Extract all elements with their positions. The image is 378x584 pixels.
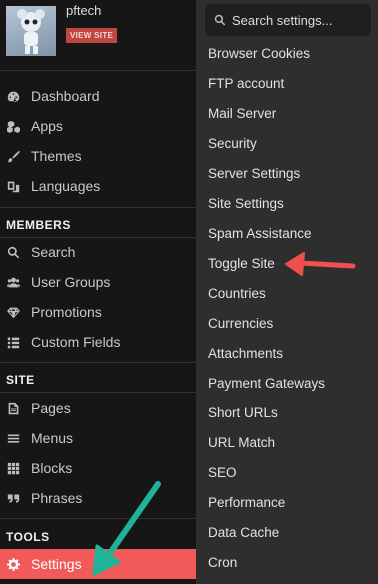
- diamond-icon: [6, 305, 20, 319]
- settings-item-performance[interactable]: Performance: [208, 493, 285, 513]
- profile-header: pftech VIEW SITE: [0, 0, 196, 70]
- menu-icon: [6, 431, 20, 445]
- settings-item-data-cache[interactable]: Data Cache: [208, 523, 279, 543]
- settings-item-mail-server[interactable]: Mail Server: [208, 104, 276, 124]
- section-heading-members: MEMBERS: [6, 218, 71, 232]
- nav-label: Custom Fields: [31, 334, 121, 350]
- nav-label: User Groups: [31, 274, 111, 290]
- avatar[interactable]: [6, 6, 56, 56]
- nav-menus[interactable]: Menus: [0, 423, 196, 453]
- settings-item-countries[interactable]: Countries: [208, 284, 266, 304]
- red-arrow-annotation: [285, 252, 356, 276]
- settings-item-security[interactable]: Security: [208, 134, 257, 154]
- divider: [0, 362, 196, 363]
- settings-item-url-match[interactable]: URL Match: [208, 433, 275, 453]
- nav-promotions[interactable]: Promotions: [0, 297, 196, 327]
- settings-item-currencies[interactable]: Currencies: [208, 314, 273, 334]
- settings-item-attachments[interactable]: Attachments: [208, 344, 283, 364]
- nav-label: Themes: [31, 148, 82, 164]
- nav-label: Dashboard: [31, 88, 100, 104]
- themes-icon: [6, 149, 20, 163]
- nav-label: Promotions: [31, 304, 102, 320]
- nav-label: Phrases: [31, 490, 83, 506]
- nav-pages[interactable]: Pages: [0, 393, 196, 423]
- divider: [0, 207, 196, 208]
- page-icon: [6, 401, 20, 415]
- user-groups-icon: [6, 275, 20, 289]
- settings-item-cron[interactable]: Cron: [208, 553, 237, 573]
- search-icon: [6, 245, 20, 259]
- apps-icon: [6, 119, 20, 133]
- list-icon: [6, 335, 20, 349]
- nav-themes[interactable]: Themes: [0, 141, 196, 171]
- nav-label: Menus: [31, 430, 74, 446]
- settings-item-server-settings[interactable]: Server Settings: [208, 164, 300, 184]
- settings-item-spam-assistance[interactable]: Spam Assistance: [208, 224, 312, 244]
- settings-item-seo[interactable]: SEO: [208, 463, 237, 483]
- settings-item-payment-gateways[interactable]: Payment Gateways: [208, 374, 325, 394]
- nav-search[interactable]: Search: [0, 237, 196, 267]
- settings-item-site-settings[interactable]: Site Settings: [208, 194, 284, 214]
- settings-item-toggle-site[interactable]: Toggle Site: [208, 254, 275, 274]
- dashboard-icon: [6, 89, 20, 103]
- nav-label: Blocks: [31, 460, 73, 476]
- nav-label: Apps: [31, 118, 63, 134]
- gear-icon: [6, 557, 20, 571]
- search-icon: [214, 14, 226, 26]
- section-heading-site: SITE: [6, 373, 35, 387]
- divider: [0, 70, 196, 71]
- settings-item-browser-cookies[interactable]: Browser Cookies: [208, 44, 310, 64]
- settings-item-short-urls[interactable]: Short URLs: [208, 403, 278, 423]
- username: pftech: [66, 3, 102, 18]
- settings-search-box[interactable]: [205, 4, 371, 36]
- nav-label: Pages: [31, 400, 71, 416]
- nav-label: Languages: [31, 178, 101, 194]
- quote-icon: [6, 491, 20, 505]
- teal-arrow-annotation: [92, 481, 161, 576]
- grid-icon: [6, 461, 20, 475]
- nav-languages[interactable]: Languages: [0, 171, 196, 201]
- nav-apps[interactable]: Apps: [0, 111, 196, 141]
- nav-label: Search: [31, 244, 76, 260]
- section-heading-tools: TOOLS: [6, 530, 50, 544]
- nav-user-groups[interactable]: User Groups: [0, 267, 196, 297]
- languages-icon: [6, 179, 20, 193]
- nav-label: Settings: [31, 556, 82, 572]
- settings-search-input[interactable]: [232, 12, 362, 28]
- view-site-button[interactable]: VIEW SITE: [66, 28, 118, 43]
- nav-dashboard[interactable]: Dashboard: [0, 81, 196, 111]
- nav-custom-fields[interactable]: Custom Fields: [0, 327, 196, 357]
- settings-panel: Browser Cookies FTP account Mail Server …: [196, 0, 378, 584]
- settings-item-ftp-account[interactable]: FTP account: [208, 74, 284, 94]
